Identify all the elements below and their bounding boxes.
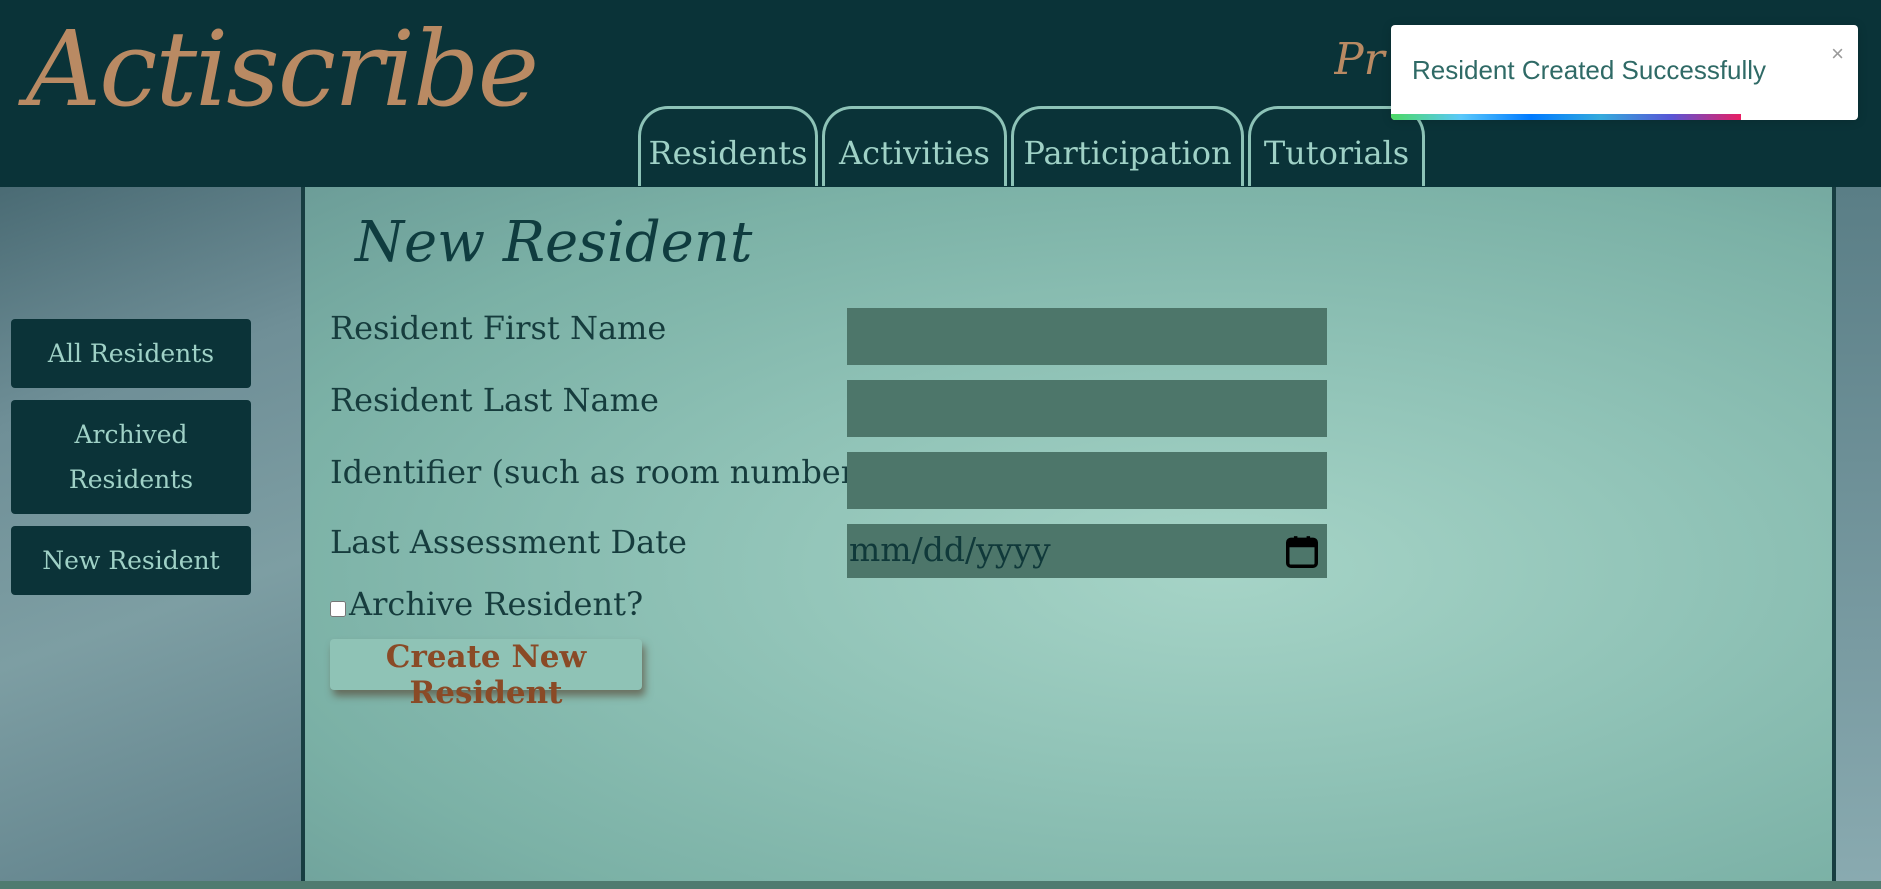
- assessment-date-label: Last Assessment Date: [330, 523, 687, 561]
- page-title: New Resident: [355, 210, 753, 275]
- create-new-resident-button[interactable]: Create New Resident: [330, 639, 642, 711]
- background-right: [1836, 187, 1881, 881]
- calendar-icon[interactable]: [1283, 532, 1321, 572]
- last-name-field[interactable]: [847, 380, 1327, 437]
- app-logo[interactable]: Actiscribe: [26, 2, 539, 137]
- identifier-field[interactable]: [847, 452, 1327, 509]
- close-icon[interactable]: ×: [1831, 43, 1844, 65]
- date-placeholder: mm/dd/yyyy: [849, 530, 1051, 569]
- archive-resident-label[interactable]: Archive Resident?: [349, 585, 643, 623]
- toast-progress-bar: [1391, 114, 1742, 120]
- footer-bar: [0, 881, 1881, 889]
- identifier-label: Identifier (such as room number): [330, 453, 869, 491]
- toast-message: Resident Created Successfully: [1412, 55, 1767, 85]
- first-name-field[interactable]: [847, 308, 1327, 365]
- archive-resident-checkbox[interactable]: [330, 601, 346, 617]
- success-toast: Resident Created Successfully ×: [1391, 25, 1858, 120]
- last-name-label: Resident Last Name: [330, 381, 659, 419]
- main-nav: Residents Activities Participation Tutor…: [638, 106, 1429, 187]
- sidebar-item-archived-residents[interactable]: Archived Residents: [11, 400, 251, 514]
- sidebar-item-all-residents[interactable]: All Residents: [11, 319, 251, 388]
- assessment-date-field[interactable]: mm/dd/yyyy: [847, 524, 1327, 578]
- sidebar-item-new-resident[interactable]: New Resident: [11, 526, 251, 595]
- tab-residents[interactable]: Residents: [638, 106, 818, 186]
- tab-participation[interactable]: Participation: [1011, 106, 1244, 186]
- first-name-label: Resident First Name: [330, 309, 667, 347]
- tab-activities[interactable]: Activities: [822, 106, 1007, 186]
